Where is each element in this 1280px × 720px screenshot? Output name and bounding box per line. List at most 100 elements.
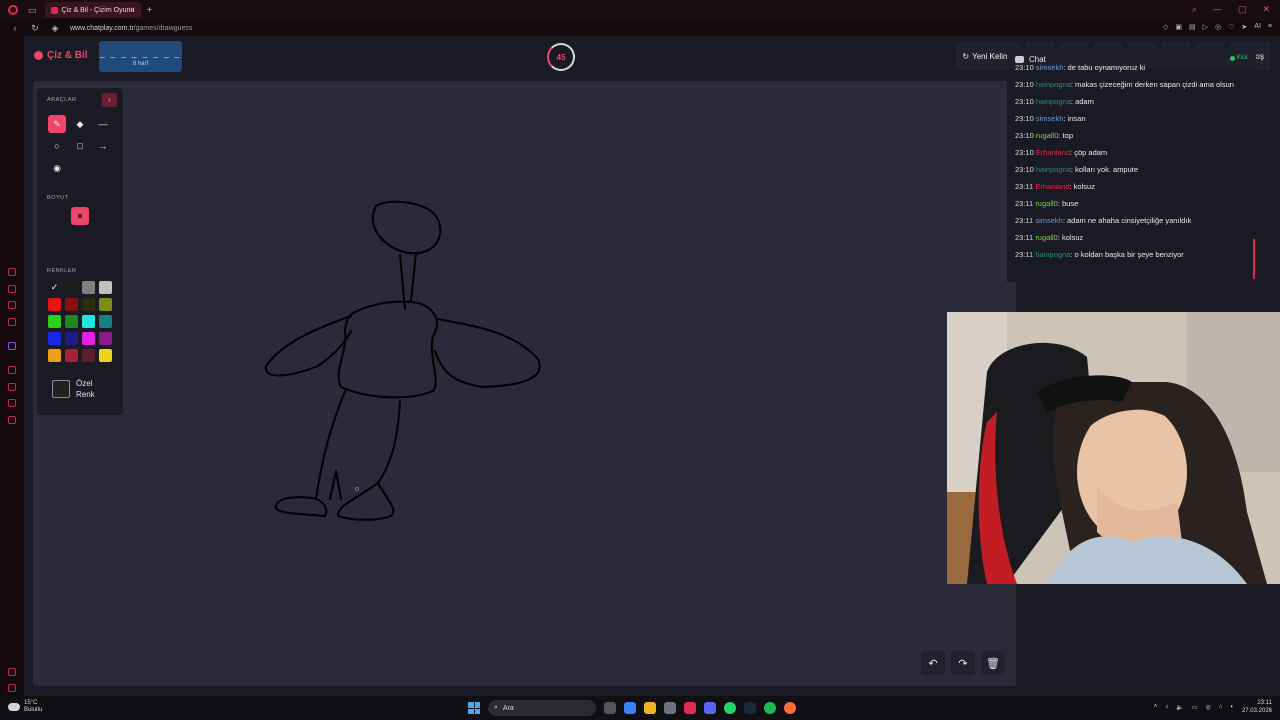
chat-message-user[interactable]: simsekh <box>1036 63 1064 72</box>
color-swatch[interactable] <box>48 315 61 328</box>
drawing-canvas[interactable]: ↶ ↷ 🗑 <box>33 81 1016 686</box>
sidebar-history-icon[interactable] <box>8 268 16 276</box>
sidebar-bag-icon[interactable] <box>8 285 16 293</box>
color-swatch[interactable] <box>48 332 61 345</box>
url-field[interactable]: www.chatplay.com.tr/games/drawguess <box>70 25 192 32</box>
ai-label[interactable]: AI <box>1254 23 1261 31</box>
sidebar-more-icon[interactable] <box>8 668 16 676</box>
new-tab-icon[interactable]: + <box>147 5 153 16</box>
line-tool[interactable]: — <box>94 115 112 133</box>
color-swatch[interactable] <box>99 298 112 311</box>
color-swatch[interactable] <box>48 298 61 311</box>
chat-message-user[interactable]: rugall0 <box>1035 199 1058 208</box>
color-swatch[interactable] <box>65 281 78 294</box>
color-swatch[interactable] <box>82 315 95 328</box>
speaker-icon[interactable]: 🔈 <box>1176 704 1183 711</box>
task-view-icon[interactable] <box>604 702 616 714</box>
sidebar-music-icon[interactable] <box>8 366 16 374</box>
eraser-tool[interactable]: ◆ <box>71 115 89 133</box>
color-swatch[interactable] <box>82 349 95 362</box>
tab-list-icon[interactable]: ▭ <box>28 5 37 16</box>
store-icon[interactable] <box>664 702 676 714</box>
color-swatch[interactable] <box>65 349 78 362</box>
play-icon[interactable]: ▷ <box>1203 23 1208 31</box>
clear-canvas-button[interactable]: 🗑 <box>981 651 1005 675</box>
network-icon[interactable]: ⌂ <box>1219 704 1223 710</box>
size-option-medium[interactable] <box>71 207 89 225</box>
screenshot-icon[interactable]: ▣ <box>1175 23 1182 31</box>
color-swatch[interactable] <box>99 332 112 345</box>
notification-icon[interactable]: ◎ <box>1205 704 1210 711</box>
volume-icon[interactable]: ◐ <box>1230 704 1234 710</box>
windows-start-icon[interactable] <box>468 702 480 714</box>
sidebar-wallet-icon[interactable] <box>8 684 16 692</box>
chat-message-user[interactable]: hainpogna <box>1036 80 1071 89</box>
chat-message-user[interactable]: hainpogna <box>1036 165 1071 174</box>
sidebar-chat-icon[interactable] <box>8 301 16 309</box>
app-logo[interactable]: Çiz & Bil <box>34 50 88 61</box>
color-swatch[interactable] <box>99 315 112 328</box>
menu-icon[interactable]: ≡ <box>1268 23 1272 31</box>
clock[interactable]: 23:11 27.03.2026 <box>1242 699 1272 715</box>
pencil-tool[interactable]: ✎ <box>48 115 66 133</box>
chat-message-user[interactable]: Erhanland <box>1035 182 1069 191</box>
color-swatch[interactable] <box>48 349 61 362</box>
circle-tool[interactable]: ○ <box>48 137 66 155</box>
sidebar-extension-icon[interactable] <box>8 399 16 407</box>
maximize-icon[interactable]: ▢ <box>1238 4 1247 15</box>
color-swatch[interactable] <box>65 315 78 328</box>
microphone-icon[interactable]: ♪ <box>1165 704 1168 710</box>
color-swatch[interactable] <box>65 298 78 311</box>
browser-tab[interactable]: Çiz & Bil - Çizim Oyunu ✕ <box>44 2 141 18</box>
reload-icon[interactable]: ↻ <box>30 23 40 34</box>
custom-color-button[interactable] <box>52 380 70 398</box>
vpn-icon[interactable]: ◎ <box>1215 23 1221 31</box>
search-icon[interactable]: ⌕ <box>1192 4 1197 15</box>
browser-logo-icon[interactable] <box>8 5 18 15</box>
chat-message-user[interactable]: hainpogna <box>1036 97 1071 106</box>
tab-close-icon[interactable]: ✕ <box>130 6 136 14</box>
chevron-up-icon[interactable]: ˄ <box>1154 704 1158 710</box>
chat-message-user[interactable]: Erhanland <box>1036 148 1070 157</box>
color-swatch[interactable] <box>99 349 112 362</box>
discord-icon[interactable] <box>704 702 716 714</box>
chat-message-user[interactable]: rugall0 <box>1035 233 1058 242</box>
rectangle-tool[interactable]: □ <box>71 137 89 155</box>
color-swatch[interactable] <box>82 332 95 345</box>
sidebar-clock-icon[interactable] <box>8 383 16 391</box>
opera-gx-icon[interactable] <box>684 702 696 714</box>
redo-button[interactable]: ↷ <box>951 651 975 675</box>
send-icon[interactable]: ➤ <box>1241 23 1247 31</box>
chat-message-user[interactable]: hainpogna <box>1035 250 1070 259</box>
close-window-icon[interactable]: ✕ <box>1262 4 1270 15</box>
minimize-icon[interactable]: — <box>1213 4 1222 15</box>
chat-message-user[interactable]: simsekh <box>1036 114 1064 123</box>
bookmark-icon[interactable]: ◇ <box>1163 23 1168 31</box>
app-icon[interactable] <box>784 702 796 714</box>
color-swatch[interactable] <box>82 281 95 294</box>
weather-widget[interactable]: 15°C Bulutlu <box>8 700 42 714</box>
sidebar-settings-icon[interactable] <box>8 416 16 424</box>
color-swatch[interactable] <box>99 281 112 294</box>
fill-tool[interactable]: ◉ <box>48 159 66 177</box>
steam-icon[interactable] <box>744 702 756 714</box>
taskbar-search[interactable]: ⌕ Ara <box>488 700 596 716</box>
color-swatch[interactable] <box>65 332 78 345</box>
chat-message-user[interactable]: rugall0 <box>1036 131 1059 140</box>
file-explorer-icon[interactable] <box>644 702 656 714</box>
arrow-tool[interactable]: → <box>94 137 112 155</box>
sidebar-twitch-icon[interactable] <box>8 342 16 350</box>
color-swatch[interactable] <box>82 298 95 311</box>
back-icon[interactable]: ‹ <box>10 23 20 33</box>
spotify-icon[interactable] <box>764 702 776 714</box>
wallet-icon[interactable]: ▤ <box>1189 23 1196 31</box>
keyboard-icon[interactable]: ▭ <box>1192 704 1198 711</box>
copilot-icon[interactable] <box>624 702 636 714</box>
whatsapp-icon[interactable] <box>724 702 736 714</box>
chat-scrollbar[interactable] <box>1253 239 1255 279</box>
chat-message-user[interactable]: simsekh <box>1035 216 1063 225</box>
heart-icon[interactable]: ♡ <box>1228 23 1234 31</box>
collapse-tools-button[interactable]: ‹ <box>102 93 117 107</box>
color-swatch-selected[interactable]: ✓ <box>48 281 61 294</box>
shield-icon[interactable]: ◈ <box>50 23 60 34</box>
